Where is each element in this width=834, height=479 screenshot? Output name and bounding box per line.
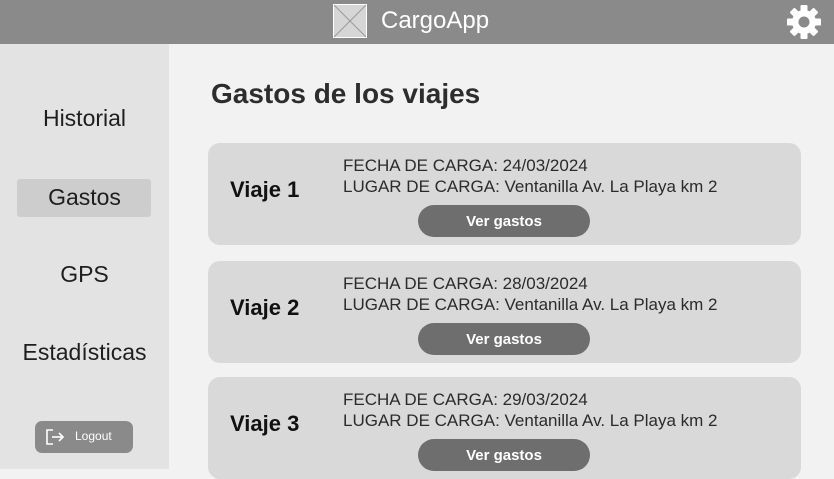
logout-icon [46, 429, 65, 445]
sidebar-item-estadisticas[interactable]: Estadísticas [0, 338, 169, 366]
trip-name: Viaje 3 [230, 411, 300, 436]
trip-card: Viaje 2 FECHA DE CARGA: 28/03/2024 LUGAR… [208, 261, 801, 363]
view-expenses-button[interactable]: Ver gastos [418, 439, 590, 471]
view-expenses-button[interactable]: Ver gastos [418, 205, 590, 237]
trip-card: Viaje 1 FECHA DE CARGA: 24/03/2024 LUGAR… [208, 143, 801, 245]
trip-load-place: LUGAR DE CARGA: Ventanilla Av. La Playa … [343, 177, 718, 196]
sidebar-item-historial[interactable]: Historial [0, 104, 169, 132]
trip-name: Viaje 1 [230, 177, 300, 202]
page-title: Gastos de los viajes [211, 78, 481, 109]
logout-button[interactable]: Logout [35, 421, 133, 453]
app-title: CargoApp [381, 7, 490, 34]
trip-load-date: FECHA DE CARGA: 28/03/2024 [343, 274, 588, 293]
trip-name: Viaje 2 [230, 295, 300, 320]
logout-label: Logout [75, 429, 112, 443]
trip-load-place: LUGAR DE CARGA: Ventanilla Av. La Playa … [343, 411, 718, 430]
gear-icon[interactable] [786, 4, 822, 40]
trip-load-place: LUGAR DE CARGA: Ventanilla Av. La Playa … [343, 295, 718, 314]
view-expenses-button[interactable]: Ver gastos [418, 323, 590, 355]
top-bar: CargoApp [0, 0, 834, 44]
sidebar-item-gps[interactable]: GPS [0, 260, 169, 288]
image-placeholder-icon [333, 4, 367, 38]
trip-card: Viaje 3 FECHA DE CARGA: 29/03/2024 LUGAR… [208, 377, 801, 479]
sidebar-item-gastos[interactable]: Gastos [0, 183, 169, 211]
trip-load-date: FECHA DE CARGA: 29/03/2024 [343, 390, 588, 409]
trip-load-date: FECHA DE CARGA: 24/03/2024 [343, 156, 588, 175]
sidebar: Historial Gastos GPS Estadísticas Logout [0, 44, 169, 469]
